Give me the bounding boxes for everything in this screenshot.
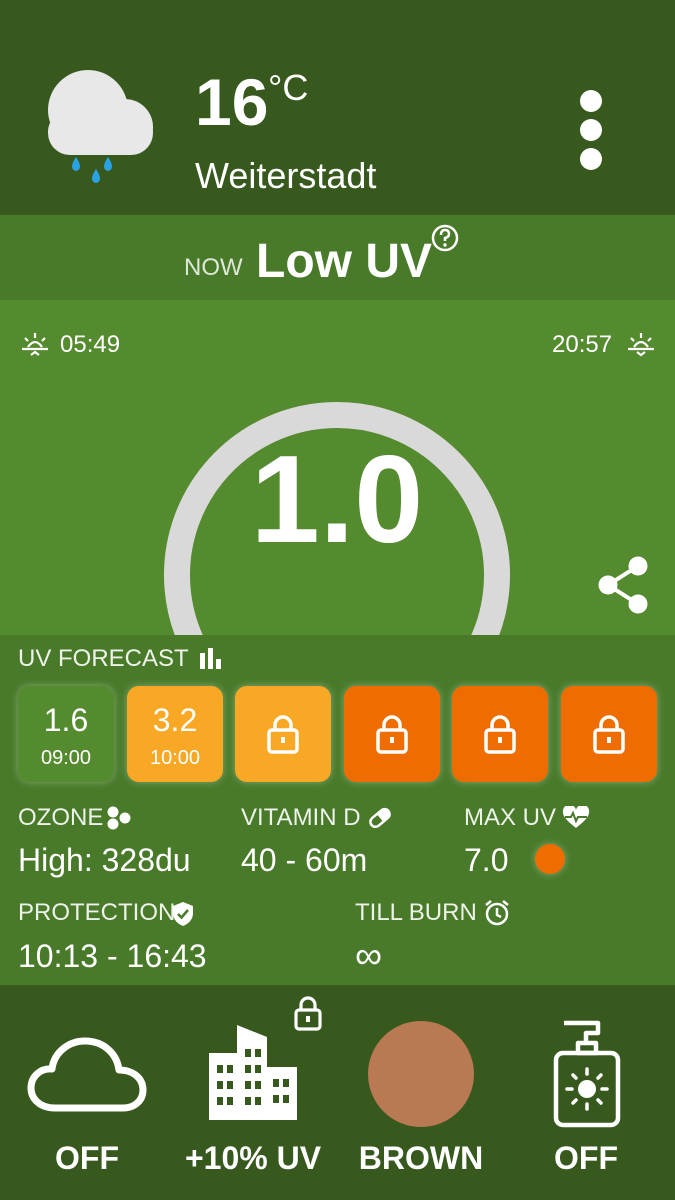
cloud-rain-icon	[48, 70, 153, 183]
building-uv-label: +10% UV	[184, 1140, 322, 1176]
till-burn-label: TILL BURN	[355, 899, 477, 926]
shield-check-icon	[173, 902, 193, 926]
lock-icon	[267, 715, 299, 754]
cloud-cover-label: OFF	[55, 1140, 119, 1176]
lock-icon	[294, 996, 322, 1031]
forecast-card-locked[interactable]	[561, 686, 657, 782]
forecast-card[interactable]: 1.6 09:00	[18, 686, 114, 782]
forecast-time: 10:00	[149, 747, 201, 769]
forecast-card-locked[interactable]	[344, 686, 440, 782]
building-icon[interactable]	[207, 1025, 299, 1120]
help-circle-icon[interactable]	[430, 223, 460, 253]
more-vertical-icon[interactable]	[565, 80, 615, 180]
max-uv-color-indicator	[535, 844, 565, 874]
lock-icon	[376, 715, 408, 754]
share-icon[interactable]	[596, 555, 652, 615]
now-label: NOW	[184, 254, 243, 281]
sunscreen-label: OFF	[554, 1140, 618, 1176]
skin-type-label: BROWN	[358, 1140, 484, 1176]
uv-index-value: 1.0	[250, 431, 424, 569]
till-burn-value: ∞	[355, 935, 383, 977]
bar-chart-icon[interactable]	[198, 646, 224, 672]
forecast-card-locked[interactable]	[235, 686, 331, 782]
protection-label: PROTECTION	[18, 899, 176, 926]
temperature-value: 16	[195, 65, 269, 139]
ozone-label: OZONE	[18, 804, 104, 831]
protection-value: 10:13 - 16:43	[18, 938, 207, 974]
max-uv-label: MAX UV	[464, 804, 557, 831]
ozone-icon	[107, 806, 131, 830]
uv-level-text: Low UV	[256, 235, 432, 288]
heart-pulse-icon	[562, 806, 590, 828]
forecast-card[interactable]: 3.2 10:00	[127, 686, 223, 782]
temperature-unit: °C	[268, 67, 309, 108]
alarm-clock-icon	[485, 900, 509, 926]
sunscreen-icon[interactable]	[550, 1017, 622, 1129]
forecast-card-locked[interactable]	[452, 686, 548, 782]
city-name[interactable]: Weiterstadt	[195, 150, 376, 202]
cloud-cover-button[interactable]	[27, 1035, 147, 1115]
lock-icon	[593, 715, 625, 754]
max-uv-value: 7.0	[464, 842, 509, 878]
forecast-title: UV FORECAST	[18, 645, 189, 672]
forecast-uv-value: 1.6	[43, 702, 89, 738]
lock-icon	[484, 715, 516, 754]
forecast-time: 09:00	[40, 747, 92, 769]
pill-icon	[369, 807, 391, 829]
ozone-value: High: 328du	[18, 842, 191, 878]
forecast-uv-value: 3.2	[152, 702, 198, 738]
vitamin-d-value: 40 - 60m	[241, 842, 368, 878]
skin-type-button[interactable]	[368, 1021, 474, 1127]
vitamin-d-label: VITAMIN D	[241, 804, 361, 831]
